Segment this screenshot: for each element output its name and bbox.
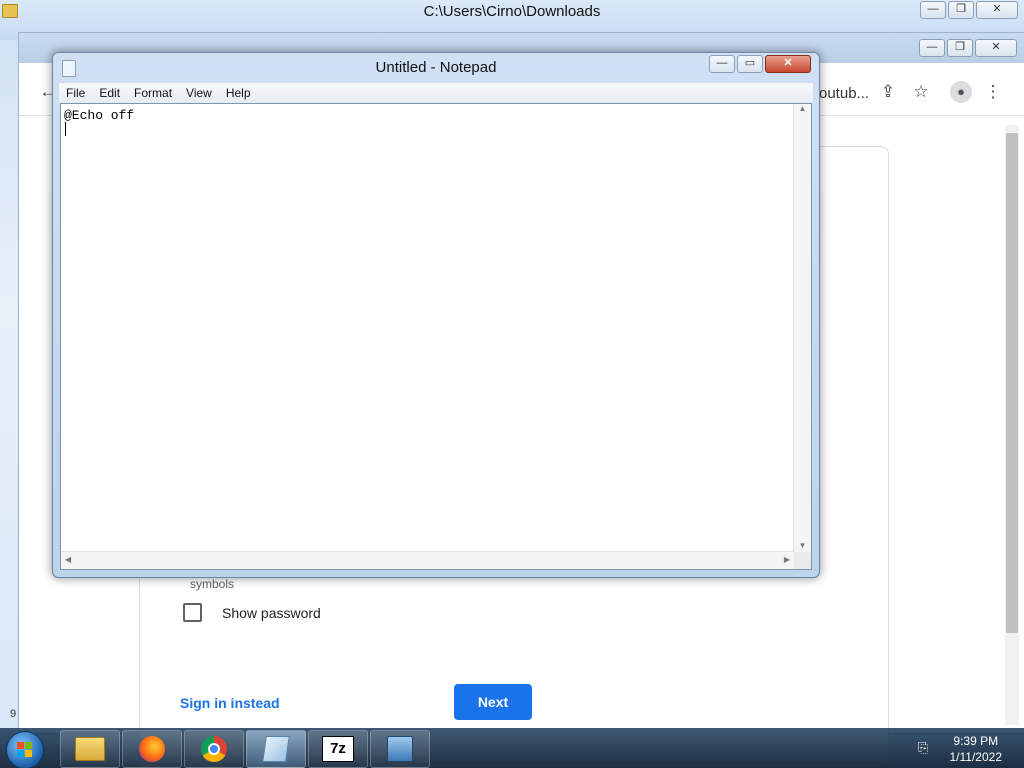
resize-grip[interactable] (794, 552, 811, 569)
notepad-menubar: File Edit Format View Help (59, 83, 813, 103)
notepad-icon (262, 736, 290, 762)
explorer-title: C:\Users\Cirno\Downloads (423, 3, 601, 20)
notepad-horizontal-scrollbar[interactable]: ◀ ▶ (61, 551, 794, 569)
scroll-down-icon[interactable]: ▼ (794, 541, 811, 550)
page-scrollbar-thumb[interactable] (1006, 133, 1018, 633)
taskbar-firefox-button[interactable] (122, 730, 182, 768)
notepad-vertical-scrollbar[interactable]: ▲ ▼ (793, 104, 811, 552)
menu-view[interactable]: View (179, 86, 219, 100)
text-caret (65, 122, 66, 136)
menu-format[interactable]: Format (127, 86, 179, 100)
account-icon[interactable]: ● (950, 81, 972, 103)
scroll-right-icon[interactable]: ▶ (784, 555, 790, 564)
taskbar-7zip-button[interactable]: 7z (308, 730, 368, 768)
installer-icon (387, 736, 413, 762)
notepad-content[interactable]: @Echo off (64, 108, 134, 123)
notepad-title: Untitled - Notepad (375, 59, 497, 76)
show-password-label[interactable]: Show password (222, 605, 321, 621)
chrome-window-controls: — ❐ ✕ (919, 39, 1017, 57)
password-hint: symbols (190, 577, 235, 591)
notepad-text-area[interactable]: @Echo off ▲ ▼ ◀ ▶ (60, 103, 812, 570)
show-password-checkbox[interactable] (183, 603, 202, 622)
page-scrollbar[interactable] (1005, 125, 1019, 725)
windows-logo-icon (17, 742, 33, 758)
next-button[interactable]: Next (454, 684, 532, 720)
taskbar-installer-button[interactable] (370, 730, 430, 768)
7zip-icon: 7z (322, 736, 354, 762)
scroll-left-icon[interactable]: ◀ (65, 555, 71, 564)
clock-date: 1/11/2022 (949, 750, 1003, 764)
network-icon[interactable]: ⎘ (918, 740, 934, 756)
star-icon[interactable]: ☆ (910, 81, 932, 103)
more-vert-icon[interactable]: ⋮ (982, 81, 1004, 103)
chrome-close-button[interactable]: ✕ (975, 39, 1017, 57)
explorer-window-controls: — ❐ ✕ (920, 1, 1018, 19)
chrome-maximize-button[interactable]: ❐ (947, 39, 973, 57)
notepad-maximize-button[interactable]: ▭ (737, 55, 763, 73)
notepad-window: Untitled - Notepad — ▭ ✕ File Edit Forma… (52, 52, 820, 578)
chrome-icon (201, 736, 227, 762)
system-clock[interactable]: 9:39 PM 1/11/2022 (950, 733, 1003, 765)
menu-help[interactable]: Help (219, 86, 258, 100)
explorer-close-button[interactable]: ✕ (976, 1, 1018, 19)
address-bar[interactable]: outub... (819, 85, 869, 102)
taskbar-chrome-button[interactable] (184, 730, 244, 768)
show-password-row[interactable]: Show password (183, 603, 321, 622)
firefox-icon (139, 736, 165, 762)
left-edge-digit: 9 (10, 708, 17, 720)
share-icon[interactable]: ⇪ (877, 81, 899, 103)
sign-in-instead-link[interactable]: Sign in instead (180, 695, 280, 711)
notepad-minimize-button[interactable]: — (709, 55, 735, 73)
scroll-up-icon[interactable]: ▲ (794, 104, 811, 113)
start-button[interactable] (6, 731, 44, 768)
taskbar-notepad-button[interactable] (246, 730, 306, 768)
taskbar-explorer-button[interactable] (60, 730, 120, 768)
taskbar: 7z ⎘ 9:39 PM 1/11/2022 (0, 728, 1024, 768)
notepad-close-button[interactable]: ✕ (765, 55, 811, 73)
explorer-minimize-button[interactable]: — (920, 1, 946, 19)
folder-icon (75, 737, 105, 761)
notepad-window-controls: — ▭ ✕ (709, 55, 811, 73)
chrome-minimize-button[interactable]: — (919, 39, 945, 57)
clock-time: 9:39 PM (953, 734, 999, 748)
menu-edit[interactable]: Edit (92, 86, 127, 100)
menu-file[interactable]: File (59, 86, 92, 100)
explorer-maximize-button[interactable]: ❐ (948, 1, 974, 19)
